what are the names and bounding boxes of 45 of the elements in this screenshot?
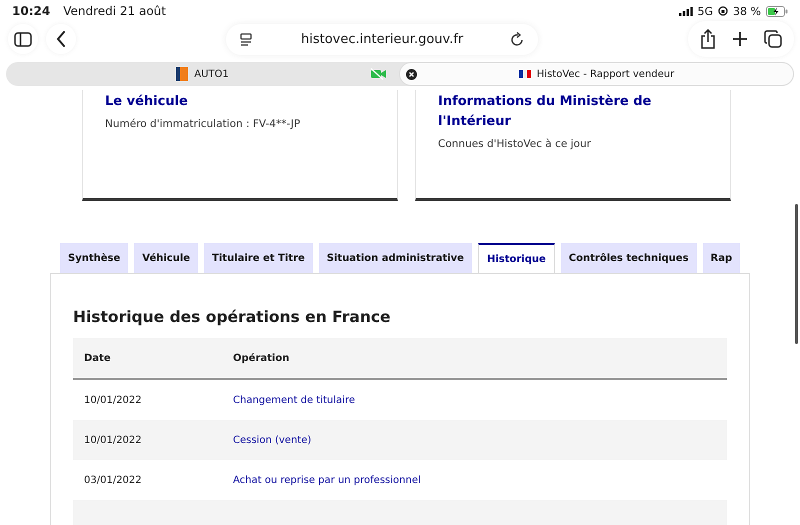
date-cell-text: 10/01/2022 <box>83 434 143 446</box>
network-label: 5G <box>698 4 714 18</box>
tabs-icon[interactable] <box>764 30 782 48</box>
address-bar[interactable]: histovec.interieur.gouv.fr <box>226 24 538 54</box>
browser-tab[interactable]: HistoVec - Rapport vendeur <box>399 62 794 86</box>
operation-link[interactable]: Achat ou reprise par un professionnel <box>233 474 421 486</box>
status-time: 10:24 <box>12 4 50 18</box>
plus-icon[interactable] <box>732 31 748 47</box>
card-text: Connues d'HistoVec à ce jour <box>438 138 592 150</box>
operation-link[interactable]: Cession (vente) <box>233 434 312 446</box>
lock-rotation-icon <box>718 6 728 16</box>
camera-off-icon <box>370 68 387 80</box>
battery-percent: 38 % <box>733 4 761 18</box>
section-tab[interactable]: Titulaire et Titre <box>204 243 313 273</box>
sidebar-icon <box>14 32 32 46</box>
column-header: Date <box>83 352 112 364</box>
browser-tab[interactable]: AUTO1 <box>6 62 399 86</box>
section-tab[interactable]: Contrôles techniques <box>560 243 697 273</box>
back-icon <box>56 31 66 47</box>
column-header: Opération <box>233 352 290 364</box>
signal-icon <box>678 6 693 16</box>
card-title[interactable]: Le véhicule <box>105 92 381 112</box>
section-tab[interactable]: Véhicule <box>134 243 198 273</box>
flag-icon <box>518 70 531 78</box>
close-icon[interactable] <box>406 68 417 80</box>
sidebar-button[interactable] <box>8 24 38 54</box>
url-text: histovec.interieur.gouv.fr <box>301 32 464 46</box>
section-title: Historique des opérations en France <box>73 308 392 326</box>
scrollbar[interactable] <box>795 204 798 344</box>
date-cell-text: 03/01/2022 <box>83 474 143 486</box>
date-cell-text: 10/01/2022 <box>83 394 143 406</box>
card-title[interactable]: Informations du Ministère de l'Intérieur <box>438 92 714 132</box>
reload-icon[interactable] <box>511 32 524 46</box>
card-text: Numéro d'immatriculation : FV-4**-JP <box>105 118 302 130</box>
battery-icon <box>766 6 788 16</box>
section-tab[interactable]: Situation administrative <box>318 243 472 273</box>
share-icon[interactable] <box>700 29 716 49</box>
operation-link[interactable]: Changement de titulaire <box>233 394 355 406</box>
section-tab[interactable]: Historique <box>478 243 555 273</box>
section-tab[interactable]: Rap <box>702 243 740 273</box>
reader-icon <box>240 32 253 46</box>
section-tab[interactable]: Synthèse <box>60 243 128 273</box>
back-button[interactable] <box>46 24 76 54</box>
status-date: Vendredi 21 août <box>63 4 166 18</box>
favicon-icon <box>176 67 188 81</box>
